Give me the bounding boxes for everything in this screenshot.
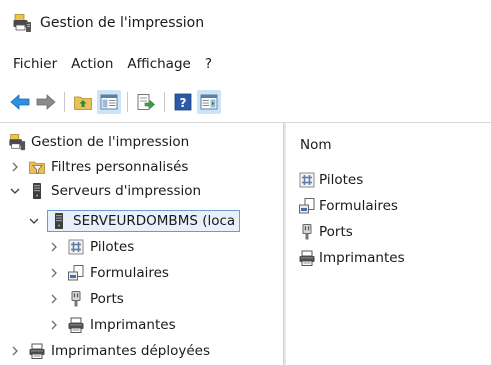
tree-item-serveurs-impression[interactable]: Serveurs d'impression (8, 180, 201, 202)
chevron-right-icon[interactable] (47, 292, 61, 306)
forms-icon (67, 264, 85, 282)
toolbar: ? (0, 88, 221, 116)
show-hide-console-tree-button[interactable] (97, 90, 121, 114)
back-arrow-icon (10, 94, 30, 110)
tree-item-label: Pilotes (90, 239, 135, 255)
toolbar-separator (64, 92, 65, 112)
help-icon: ? (174, 93, 192, 111)
menu-fichier[interactable]: Fichier (6, 54, 64, 74)
filter-folder-icon (28, 158, 46, 176)
menu-action[interactable]: Action (64, 54, 120, 74)
list-item-label: Ports (319, 224, 353, 240)
export-list-icon (137, 94, 155, 110)
chevron-right-icon[interactable] (47, 266, 61, 280)
tree-item-pilotes[interactable]: Pilotes (47, 236, 134, 258)
chevron-right-icon[interactable] (8, 344, 22, 358)
printer-management-icon (12, 13, 32, 33)
tree-item-formulaires[interactable]: Formulaires (47, 262, 169, 284)
tree-item-label: Formulaires (90, 265, 169, 281)
chevron-right-icon[interactable] (47, 240, 61, 254)
show-hide-action-pane-button[interactable] (197, 90, 221, 114)
folder-up-icon (74, 96, 92, 110)
printer-icon (298, 249, 316, 267)
list-item-pilotes[interactable]: Pilotes (298, 169, 363, 191)
toolbar-separator (164, 92, 165, 112)
pane-splitter[interactable] (283, 123, 286, 365)
port-icon (67, 290, 85, 308)
driver-icon (67, 238, 85, 256)
printer-icon (67, 316, 85, 334)
printer-management-icon (8, 133, 26, 151)
tree-item-imprimantes[interactable]: Imprimantes (47, 314, 176, 336)
tree-item-serveurdombms[interactable]: SERVEURDOMBMS (loca (27, 210, 241, 232)
printer-icon (28, 342, 46, 360)
column-header-nom[interactable]: Nom (300, 137, 332, 153)
tree-root-label: Gestion de l'impression (31, 134, 190, 150)
list-item-imprimantes[interactable]: Imprimantes (298, 247, 405, 269)
show-hide-action-pane-icon (200, 94, 218, 110)
tree-item-label: Filtres personnalisés (51, 159, 189, 175)
export-list-button[interactable] (134, 90, 158, 114)
svg-text:?: ? (180, 96, 187, 110)
show-hide-console-tree-icon (100, 94, 118, 110)
forms-icon (298, 197, 316, 215)
chevron-right-icon[interactable] (47, 318, 61, 332)
list-item-ports[interactable]: Ports (298, 221, 353, 243)
tree-item-label: Ports (90, 291, 124, 307)
back-button[interactable] (8, 90, 32, 114)
toolbar-separator (127, 92, 128, 112)
forward-button[interactable] (34, 90, 58, 114)
tree-root[interactable]: Gestion de l'impression (8, 131, 189, 153)
list-item-label: Pilotes (319, 172, 364, 188)
tree-item-filtres-personnalises[interactable]: Filtres personnalisés (8, 156, 188, 178)
list-item-formulaires[interactable]: Formulaires (298, 195, 398, 217)
tree-item-label: SERVEURDOMBMS (loca (73, 213, 236, 229)
menu-help[interactable]: ? (198, 54, 219, 74)
menu-bar: Fichier Action Affichage ? (0, 52, 219, 76)
tree-item-imprimantes-deployees[interactable]: Imprimantes déployées (8, 340, 210, 362)
chevron-right-icon[interactable] (8, 160, 22, 174)
tree-item-label: Serveurs d'impression (51, 183, 202, 199)
tree-item-ports[interactable]: Ports (47, 288, 124, 310)
chevron-down-icon[interactable] (8, 184, 22, 198)
help-button[interactable]: ? (171, 90, 195, 114)
tree-item-label: Imprimantes déployées (51, 343, 210, 359)
list-item-label: Formulaires (319, 198, 398, 214)
up-folder-button[interactable] (71, 90, 95, 114)
tree-item-label: Imprimantes (90, 317, 176, 333)
selected-node[interactable]: SERVEURDOMBMS (loca (47, 210, 241, 232)
menu-affichage[interactable]: Affichage (120, 54, 197, 74)
window-title: Gestion de l'impression (40, 15, 205, 31)
forward-arrow-icon (36, 94, 56, 110)
console-tree[interactable]: Gestion de l'impression Filtres personna… (0, 123, 283, 365)
results-pane[interactable]: Nom Pilotes Formulaires Ports Imprimante… (288, 123, 491, 365)
server-icon (28, 182, 46, 200)
server-icon (50, 212, 68, 230)
port-icon (298, 223, 316, 241)
driver-icon (298, 171, 316, 189)
chevron-down-icon[interactable] (27, 214, 41, 228)
console-panes: Gestion de l'impression Filtres personna… (0, 122, 491, 365)
title-bar: Gestion de l'impression (0, 0, 491, 46)
list-item-label: Imprimantes (319, 250, 405, 266)
